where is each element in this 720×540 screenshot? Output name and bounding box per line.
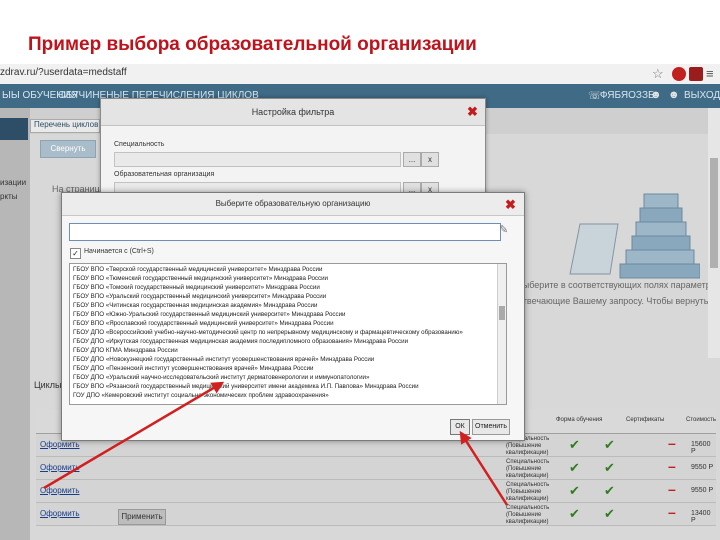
exit-link[interactable]: ВЫХОД (684, 90, 720, 101)
adblock-icon[interactable] (689, 67, 703, 81)
organization-list[interactable]: ГБОУ ВПО «Тверской государственный медиц… (69, 263, 507, 405)
page-scrollbar[interactable] (708, 108, 720, 358)
check-icon: ✔ (569, 460, 580, 475)
ok-button[interactable]: ОК (450, 419, 470, 435)
left-sidebar: изации ркты (0, 108, 30, 540)
list-scrollbar-thumb[interactable] (499, 306, 505, 320)
row-desc: Специальность (Повышение квалификации) (506, 482, 550, 502)
minus-icon: – (668, 481, 676, 497)
settings-icon[interactable]: ☻ (668, 89, 680, 101)
enroll-link[interactable]: Оформить (40, 509, 80, 518)
list-scrollbar[interactable] (497, 264, 506, 404)
url-text[interactable]: zdrav.ru/?userdata=medstaff (0, 67, 127, 78)
header-certificates: Сертификаты (626, 417, 665, 423)
list-item[interactable]: ГБОУ ДПО «Пензенский институт усовершенс… (73, 365, 497, 372)
specialty-label: Специальность (114, 141, 165, 148)
minus-icon: – (668, 435, 676, 451)
list-item[interactable]: ГБОУ ВПО «Читинская государственная меди… (73, 302, 497, 309)
check-icon: ✔ (604, 460, 615, 475)
tab-cycles-list[interactable]: Перечень циклов п (30, 119, 100, 133)
menu-icon[interactable]: ≡ (706, 66, 714, 81)
user-icon[interactable]: ☻ (650, 89, 662, 101)
star-icon[interactable]: ☆ (652, 66, 664, 82)
enroll-link[interactable]: Оформить (40, 463, 80, 472)
list-item[interactable]: ГБОУ ДПО «Уральский научно-исследователь… (73, 374, 497, 381)
sidebar-active-tab[interactable] (0, 118, 28, 140)
organization-label: Образовательная организация (114, 171, 215, 178)
extension-icon[interactable] (672, 67, 686, 81)
help-text-2: отвечающие Вашему запросу. Чтобы вернуть… (518, 296, 720, 306)
row-price: 9550 Р (691, 464, 714, 471)
collapse-button[interactable]: Свернуть (40, 140, 96, 158)
list-item[interactable]: ГБОУ ВПО «Рязанский государственный меди… (73, 383, 497, 390)
scrollbar-thumb[interactable] (710, 158, 718, 268)
list-item[interactable]: ГБОУ ДПО «Всероссийский учебно-научно-ме… (73, 329, 497, 336)
specialty-browse-button[interactable]: ... (403, 152, 421, 167)
close-icon[interactable]: ✖ (467, 104, 478, 120)
slide-title: Пример выбора образовательной организаци… (28, 34, 477, 55)
check-icon: ✔ (604, 506, 615, 521)
list-item[interactable]: ГОУ ДПО «Кемеровский институт социально-… (73, 392, 497, 399)
books-illustration (569, 193, 700, 279)
sidebar-item-organizations[interactable]: изации (0, 178, 26, 187)
enroll-link[interactable]: Оформить (40, 440, 80, 449)
sidebar-item-products[interactable]: ркты (0, 192, 17, 201)
specialty-field[interactable] (114, 152, 401, 167)
list-item[interactable]: ГБОУ ДПО «Иркутская государственная меди… (73, 338, 497, 345)
row-desc: Специальность (Повышение квалификации) (506, 505, 550, 525)
enroll-link[interactable]: Оформить (40, 486, 80, 495)
close-icon[interactable]: ✖ (505, 197, 516, 213)
list-item[interactable]: ГБОУ ВПО «Южно-Уральский государственный… (73, 311, 497, 318)
check-icon: ✔ (604, 437, 615, 452)
starts-with-label: Начинается с (Ctrl+S) (84, 248, 154, 255)
screenshot: zdrav.ru/?userdata=medstaff ☆ ≡ ЫЫ ОБУЧЕ… (0, 64, 720, 540)
filter-dialog-title: Настройка фильтра (101, 99, 485, 126)
check-icon: ✔ (569, 506, 580, 521)
eraser-icon[interactable]: ✎ (499, 223, 508, 236)
list-item[interactable]: ГБОУ ВПО «Томский государственный медици… (73, 284, 497, 291)
row-price: 13400 Р (691, 510, 711, 524)
minus-icon: – (668, 504, 676, 520)
starts-with-checkbox[interactable]: ✓ (70, 248, 81, 259)
list-item[interactable]: ГБОУ ДПО «Новокузнецкий государственный … (73, 356, 497, 363)
minus-icon: – (668, 458, 676, 474)
cancel-button[interactable]: Отменить (472, 419, 510, 435)
row-desc: Специальность (Повышение квалификации) (506, 459, 550, 479)
cycles-label: Циклы (34, 380, 62, 390)
header-cost: Стоимость (686, 417, 717, 423)
list-item[interactable]: ГБОУ ВПО «Ярославский государственный ме… (73, 320, 497, 327)
list-item[interactable]: ГБОУ ВПО «Тверской государственный медиц… (73, 266, 497, 273)
organization-dialog: Выберите образовательную организацию ✖ ✎… (61, 192, 525, 441)
specialty-clear-button[interactable]: x (421, 152, 439, 167)
address-bar[interactable]: zdrav.ru/?userdata=medstaff ☆ ≡ (0, 64, 720, 85)
table-row: Оформить Специальность (Повышение квалиф… (36, 480, 716, 503)
row-price: 15600 Р (691, 441, 711, 455)
list-item[interactable]: ГБОУ ВПО «Уральский государственный меди… (73, 293, 497, 300)
check-icon: ✔ (569, 483, 580, 498)
organization-dialog-title: Выберите образовательную организацию (62, 193, 524, 216)
list-item[interactable]: ГБОУ ВПО «Тюменский государственный меди… (73, 275, 497, 282)
table-row: Оформить Специальность (Повышение квалиф… (36, 457, 716, 480)
apply-button[interactable]: Применить (118, 509, 166, 525)
list-item[interactable]: ГБОУ ДПО КГМА Минздрава России (73, 347, 497, 354)
check-icon: ✔ (604, 483, 615, 498)
search-input[interactable] (69, 223, 501, 241)
row-price: 9550 Р (691, 487, 714, 494)
user-text: ФЯБЯОЗЗБ (600, 90, 655, 101)
check-icon: ✔ (569, 437, 580, 452)
header-form: Форма обучения (556, 417, 603, 423)
